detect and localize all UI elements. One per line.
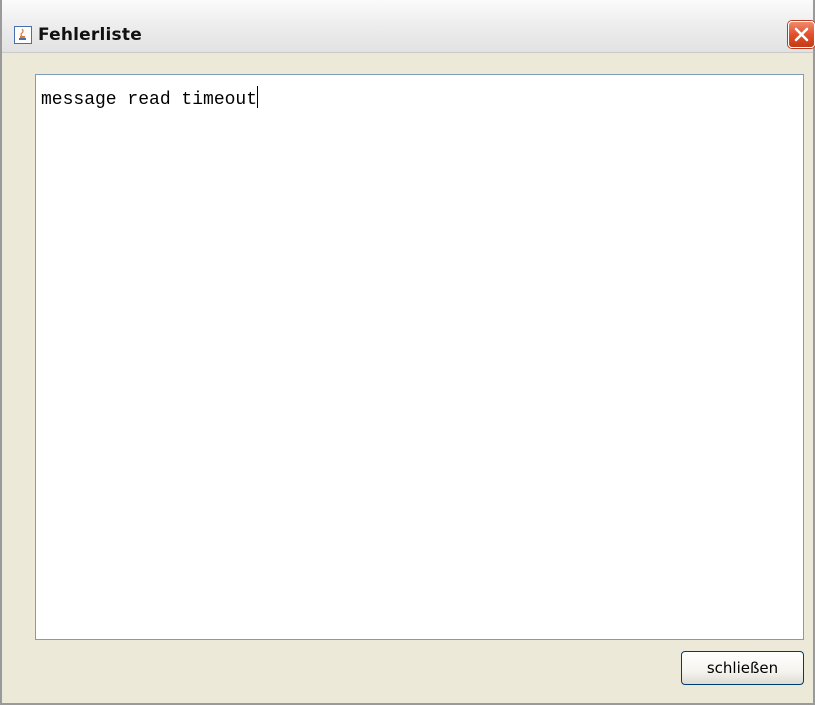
title-bar[interactable]: Fehlerliste [2, 0, 815, 53]
error-message-text: message read timeout [41, 90, 258, 110]
error-list-content[interactable]: message read timeout [36, 75, 803, 639]
error-list-textarea[interactable]: message read timeout [35, 74, 804, 640]
text-caret [257, 86, 259, 108]
dialog-window: Fehlerliste message read timeout schließ… [0, 0, 815, 705]
close-icon[interactable] [788, 21, 815, 48]
close-button[interactable]: schließen [681, 651, 804, 685]
window-title: Fehlerliste [38, 25, 142, 45]
java-coffee-icon [14, 26, 32, 44]
